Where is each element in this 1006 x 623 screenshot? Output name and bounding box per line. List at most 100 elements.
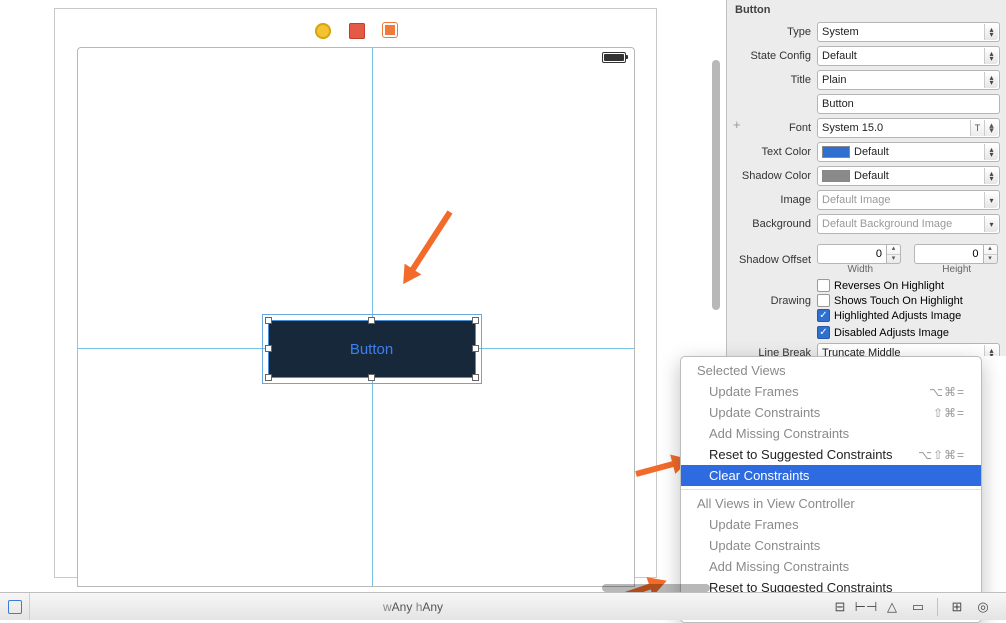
size-class-indicator[interactable]: wAny hAny bbox=[383, 600, 443, 614]
shortcut-update-constraints: ⇧⌘= bbox=[933, 406, 965, 420]
label-type: Type bbox=[727, 26, 811, 38]
select-text-color[interactable]: Default ▴▾ bbox=[817, 142, 1000, 162]
select-state-config[interactable]: Default ▴▾ bbox=[817, 46, 1000, 66]
menu-update-constraints: Update Constraints ⇧⌘= bbox=[681, 402, 981, 423]
resize-handle-sw[interactable] bbox=[265, 374, 272, 381]
label-shadow-color: Shadow Color bbox=[727, 170, 811, 182]
text-color-swatch bbox=[822, 146, 850, 158]
stepper-shadow-width[interactable]: ▴▾ bbox=[887, 244, 901, 264]
bottom-toolbar: wAny hAny ⊟ ⊢⊣ △ ▭ ⊞ ◎ bbox=[0, 592, 1006, 620]
resize-handle-se[interactable] bbox=[472, 374, 479, 381]
label-background: Background bbox=[727, 218, 811, 230]
shortcut-reset: ⌥⇧⌘= bbox=[918, 448, 965, 462]
chevron-updown-icon: ▴▾ bbox=[984, 24, 998, 40]
select-title-mode[interactable]: Plain ▴▾ bbox=[817, 70, 1000, 90]
line-break-value: Truncate Middle bbox=[822, 347, 900, 356]
label-highlighted-adjusts: Highlighted Adjusts Image bbox=[834, 310, 961, 322]
chevron-updown-icon: ▴▾ bbox=[984, 345, 998, 356]
stepper-shadow-height[interactable]: ▴▾ bbox=[984, 244, 998, 264]
chevron-updown-icon: ▴▾ bbox=[984, 72, 998, 88]
menu-add-missing: Add Missing Constraints bbox=[681, 423, 981, 444]
font-stepper-icon[interactable]: ▴▾ bbox=[984, 120, 998, 136]
checkbox-highlighted-adjusts[interactable]: ✓ bbox=[817, 309, 830, 322]
input-title[interactable]: Button bbox=[817, 94, 1000, 114]
label-line-break: Line Break bbox=[727, 347, 811, 356]
input-shadow-height[interactable]: 0 bbox=[914, 244, 984, 264]
inspector-section-title: Button bbox=[727, 0, 1006, 20]
select-type[interactable]: System ▴▾ bbox=[817, 22, 1000, 42]
menu-reset-suggested[interactable]: Reset to Suggested Constraints ⌥⇧⌘= bbox=[681, 444, 981, 465]
select-background[interactable]: Default Background Image ▾ bbox=[817, 214, 1000, 234]
menu-update-frames: Update Frames ⌥⌘= bbox=[681, 381, 981, 402]
file-owner-icon[interactable] bbox=[315, 23, 331, 39]
device-view[interactable]: Button bbox=[77, 47, 635, 587]
input-font-value: System 15.0 bbox=[822, 122, 883, 134]
label-state-config: State Config bbox=[727, 50, 811, 62]
align-tool-icon[interactable]: ⊟ bbox=[829, 598, 851, 616]
grid-icon[interactable]: ⊞ bbox=[946, 598, 968, 616]
checkbox-shows-touch[interactable] bbox=[817, 294, 830, 307]
label-image: Image bbox=[727, 194, 811, 206]
resize-handle-w[interactable] bbox=[265, 345, 272, 352]
device-frame: Button bbox=[54, 8, 657, 578]
image-placeholder: Default Image bbox=[822, 194, 890, 206]
add-font-variation-icon[interactable]: + bbox=[733, 117, 741, 132]
menu-add-missing-all: Add Missing Constraints bbox=[681, 556, 981, 577]
outline-icon bbox=[8, 600, 22, 614]
menu-update-constraints-all: Update Constraints bbox=[681, 535, 981, 556]
resizing-tool-icon[interactable]: ▭ bbox=[907, 598, 929, 616]
sublabel-width: Width bbox=[817, 264, 904, 275]
select-image[interactable]: Default Image ▾ bbox=[817, 190, 1000, 210]
resize-handle-n[interactable] bbox=[368, 317, 375, 324]
shadow-color-swatch bbox=[822, 170, 850, 182]
canvas-toolbar bbox=[315, 23, 397, 39]
resize-handle-nw[interactable] bbox=[265, 317, 272, 324]
inspector-scrollbar[interactable] bbox=[712, 60, 720, 310]
background-placeholder: Default Background Image bbox=[822, 218, 952, 230]
checkbox-disabled-adjusts[interactable]: ✓ bbox=[817, 326, 830, 339]
resolve-issues-tool-icon[interactable]: △ bbox=[881, 598, 903, 616]
canvas-horizontal-scrollbar[interactable] bbox=[602, 584, 710, 592]
chevron-down-icon: ▾ bbox=[984, 192, 998, 208]
pin-tool-icon[interactable]: ⊢⊣ bbox=[855, 598, 877, 616]
label-text-color: Text Color bbox=[727, 146, 811, 158]
toolbar-separator bbox=[937, 598, 938, 616]
canvas-button-label: Button bbox=[350, 341, 393, 358]
circle-icon[interactable]: ◎ bbox=[972, 598, 994, 616]
battery-icon bbox=[602, 52, 626, 63]
select-line-break[interactable]: Truncate Middle ▴▾ bbox=[817, 343, 1000, 356]
label-title: Title bbox=[727, 74, 811, 86]
font-picker-icon[interactable]: T bbox=[970, 120, 984, 136]
attributes-inspector: Button Type System ▴▾ State Config Defau… bbox=[726, 0, 1006, 356]
resize-handle-s[interactable] bbox=[368, 374, 375, 381]
input-shadow-width[interactable]: 0 bbox=[817, 244, 887, 264]
exit-icon[interactable] bbox=[383, 23, 397, 37]
select-title-mode-value: Plain bbox=[822, 74, 846, 86]
shadow-color-value: Default bbox=[854, 170, 889, 182]
menu-separator bbox=[681, 489, 981, 490]
resize-handle-ne[interactable] bbox=[472, 317, 479, 324]
checkbox-reverses-highlight[interactable] bbox=[817, 279, 830, 292]
label-drawing: Drawing bbox=[727, 295, 811, 307]
sublabel-height: Height bbox=[914, 264, 1001, 275]
select-shadow-color[interactable]: Default ▴▾ bbox=[817, 166, 1000, 186]
menu-section-all-views: All Views in View Controller bbox=[681, 493, 981, 514]
input-font[interactable]: System 15.0 T ▴▾ bbox=[817, 118, 1000, 138]
first-responder-icon[interactable] bbox=[349, 23, 365, 39]
label-reverses-highlight: Reverses On Highlight bbox=[834, 280, 944, 292]
chevron-updown-icon: ▴▾ bbox=[984, 168, 998, 184]
text-color-value: Default bbox=[854, 146, 889, 158]
chevron-updown-icon: ▴▾ bbox=[984, 48, 998, 64]
canvas-button[interactable]: Button bbox=[268, 320, 476, 378]
menu-section-selected: Selected Views bbox=[681, 360, 981, 381]
resize-handle-e[interactable] bbox=[472, 345, 479, 352]
resolve-issues-menu: Selected Views Update Frames ⌥⌘= Update … bbox=[680, 356, 982, 623]
shortcut-update-frames: ⌥⌘= bbox=[929, 385, 965, 399]
menu-clear-constraints[interactable]: Clear Constraints bbox=[681, 465, 981, 486]
document-outline-toggle[interactable] bbox=[0, 593, 30, 620]
select-state-value: Default bbox=[822, 50, 857, 62]
select-type-value: System bbox=[822, 26, 859, 38]
input-title-value: Button bbox=[822, 98, 854, 110]
menu-update-frames-all: Update Frames bbox=[681, 514, 981, 535]
chevron-updown-icon: ▴▾ bbox=[984, 144, 998, 160]
